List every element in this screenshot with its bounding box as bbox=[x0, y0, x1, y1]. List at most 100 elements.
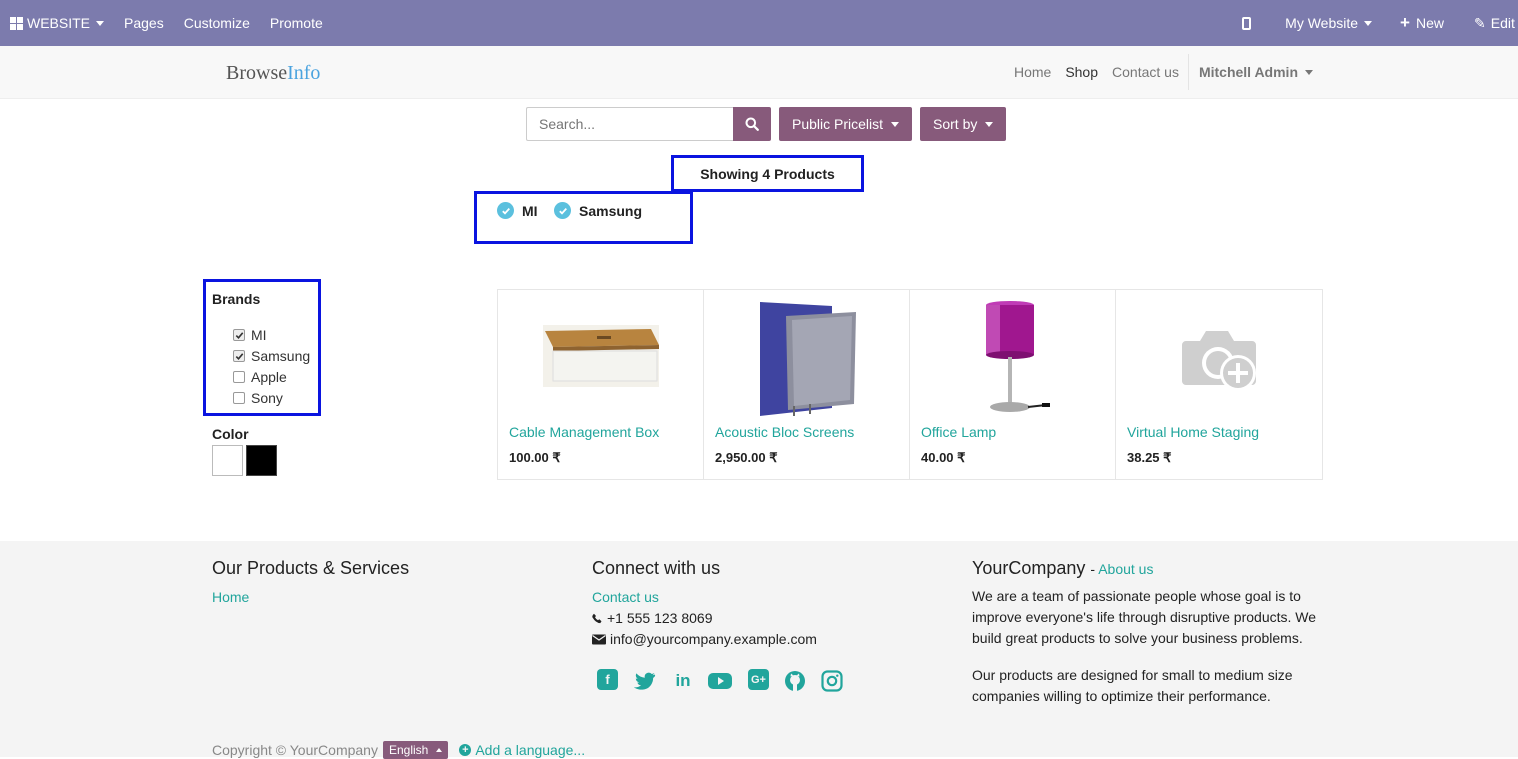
user-menu[interactable]: Mitchell Admin bbox=[1191, 64, 1313, 80]
add-language-link[interactable]: + Add a language... bbox=[459, 742, 585, 758]
product-card[interactable]: Virtual Home Staging 38.25 ₹ bbox=[1116, 290, 1322, 479]
plus-circle-icon: + bbox=[459, 744, 472, 756]
user-name: Mitchell Admin bbox=[1198, 64, 1298, 80]
pages-menu[interactable]: Pages bbox=[114, 0, 174, 46]
sort-label: Sort by bbox=[933, 116, 978, 132]
edit-button[interactable]: ✎ Edit bbox=[1466, 0, 1518, 46]
envelope-icon bbox=[592, 634, 606, 644]
linkedin-icon[interactable]: in bbox=[671, 669, 695, 693]
product-search bbox=[526, 107, 771, 141]
facebook-icon[interactable]: f bbox=[597, 669, 618, 690]
footer-contact-link[interactable]: Contact us bbox=[592, 589, 659, 605]
youtube-icon[interactable] bbox=[708, 669, 732, 693]
nav-shop[interactable]: Shop bbox=[1058, 64, 1105, 80]
product-card[interactable]: Cable Management Box 100.00 ₹ bbox=[498, 290, 704, 479]
website-switcher[interactable]: My Website bbox=[1269, 0, 1390, 46]
nav-contact-us[interactable]: Contact us bbox=[1105, 64, 1186, 80]
brand-checkbox[interactable] bbox=[233, 371, 245, 383]
caret-down-icon bbox=[985, 121, 994, 127]
product-name[interactable]: Virtual Home Staging bbox=[1127, 424, 1259, 440]
color-filter-title: Color bbox=[212, 426, 249, 442]
footer-email-text: info@yourcompany.example.com bbox=[610, 631, 817, 647]
main-menu: Home Shop Contact us Mitchell Admin bbox=[1007, 46, 1313, 98]
product-card[interactable]: Acoustic Bloc Screens 2,950.00 ₹ bbox=[704, 290, 910, 479]
website-app-menu[interactable]: WEBSITE bbox=[0, 0, 114, 46]
nav-home[interactable]: Home bbox=[1007, 64, 1058, 80]
product-price: 40.00 ₹ bbox=[921, 450, 966, 465]
site-navbar: BrowseInfo Home Shop Contact us Mitchell… bbox=[0, 46, 1518, 99]
product-card[interactable]: Office Lamp 40.00 ₹ bbox=[910, 290, 1116, 479]
product-price: 38.25 ₹ bbox=[1127, 450, 1172, 465]
color-swatch-white[interactable] bbox=[212, 445, 243, 476]
active-filter-mi[interactable]: MI bbox=[497, 202, 538, 219]
brand-label: Sony bbox=[251, 390, 283, 406]
brands-title: Brands bbox=[212, 291, 261, 307]
copyright-text: Copyright © YourCompany bbox=[212, 742, 378, 758]
site-logo[interactable]: BrowseInfo bbox=[226, 62, 320, 85]
cable-box-image bbox=[542, 325, 659, 387]
pencil-icon: ✎ bbox=[1474, 14, 1486, 31]
product-grid: Cable Management Box 100.00 ₹ Acoustic B… bbox=[497, 289, 1323, 480]
footer-email: info@yourcompany.example.com bbox=[592, 631, 817, 647]
nav-divider bbox=[1187, 54, 1189, 90]
phone-icon bbox=[592, 613, 602, 623]
product-name[interactable]: Acoustic Bloc Screens bbox=[715, 424, 854, 440]
pricelist-dropdown[interactable]: Public Pricelist bbox=[779, 107, 913, 141]
product-count: Showing 4 Products bbox=[671, 155, 864, 192]
company-name: YourCompany bbox=[972, 558, 1086, 578]
brand-option-sony[interactable]: Sony bbox=[233, 390, 283, 406]
camera-placeholder-icon bbox=[1182, 331, 1256, 391]
brands-filter: Brands MI Samsung Apple Sony bbox=[203, 279, 321, 416]
active-filter-label: MI bbox=[522, 202, 538, 219]
twitter-icon[interactable] bbox=[633, 669, 657, 693]
about-us-link[interactable]: About us bbox=[1098, 561, 1153, 577]
office-lamp-image bbox=[985, 301, 1050, 412]
caret-down-icon bbox=[1364, 20, 1373, 26]
acoustic-screens-image bbox=[759, 302, 856, 416]
active-filters: MI Samsung bbox=[474, 191, 693, 244]
brand-option-apple[interactable]: Apple bbox=[233, 369, 287, 385]
mobile-preview-button[interactable] bbox=[1232, 0, 1269, 46]
check-circle-icon bbox=[554, 202, 571, 219]
color-swatch-black[interactable] bbox=[246, 445, 277, 476]
active-filter-samsung[interactable]: Samsung bbox=[554, 202, 642, 219]
brand-checkbox[interactable] bbox=[233, 329, 245, 341]
github-icon[interactable] bbox=[783, 669, 807, 693]
brand-checkbox[interactable] bbox=[233, 350, 245, 362]
product-image[interactable] bbox=[1116, 290, 1322, 422]
google-plus-icon[interactable]: G+ bbox=[748, 669, 769, 690]
caret-up-icon bbox=[436, 748, 443, 752]
check-circle-icon bbox=[497, 202, 514, 219]
brand-option-mi[interactable]: MI bbox=[233, 327, 267, 343]
footer-company-text-1: We are a team of passionate people whose… bbox=[972, 588, 1317, 646]
footer-connect-title: Connect with us bbox=[592, 558, 721, 578]
logo-text-info: Info bbox=[287, 62, 321, 84]
language-selector[interactable]: English bbox=[382, 741, 449, 759]
brand-checkbox[interactable] bbox=[233, 392, 245, 404]
website-app-label: WEBSITE bbox=[27, 15, 91, 31]
promote-menu[interactable]: Promote bbox=[260, 0, 333, 46]
search-input[interactable] bbox=[526, 107, 733, 141]
caret-down-icon bbox=[1305, 69, 1313, 75]
logo-text-browse: Browse bbox=[226, 62, 288, 84]
footer-phone: +1 555 123 8069 bbox=[592, 610, 713, 626]
plus-icon: + bbox=[1400, 13, 1410, 32]
product-image[interactable] bbox=[498, 290, 703, 422]
customize-menu[interactable]: Customize bbox=[174, 0, 260, 46]
brand-option-samsung[interactable]: Samsung bbox=[233, 348, 310, 364]
search-button[interactable] bbox=[733, 107, 771, 141]
brand-label: MI bbox=[251, 327, 267, 343]
product-image[interactable] bbox=[704, 290, 909, 422]
footer-products-title: Our Products & Services bbox=[212, 558, 410, 578]
instagram-icon[interactable] bbox=[820, 669, 844, 693]
website-switcher-label: My Website bbox=[1285, 15, 1359, 31]
product-name[interactable]: Cable Management Box bbox=[509, 424, 659, 440]
product-image[interactable] bbox=[910, 290, 1115, 422]
footer-home-link[interactable]: Home bbox=[212, 589, 249, 605]
footer-phone-text: +1 555 123 8069 bbox=[607, 610, 713, 626]
product-price: 100.00 ₹ bbox=[509, 450, 561, 465]
product-name[interactable]: Office Lamp bbox=[921, 424, 996, 440]
sort-dropdown[interactable]: Sort by bbox=[920, 107, 1007, 141]
active-filter-label: Samsung bbox=[579, 202, 643, 219]
new-button[interactable]: + New bbox=[1390, 0, 1466, 46]
